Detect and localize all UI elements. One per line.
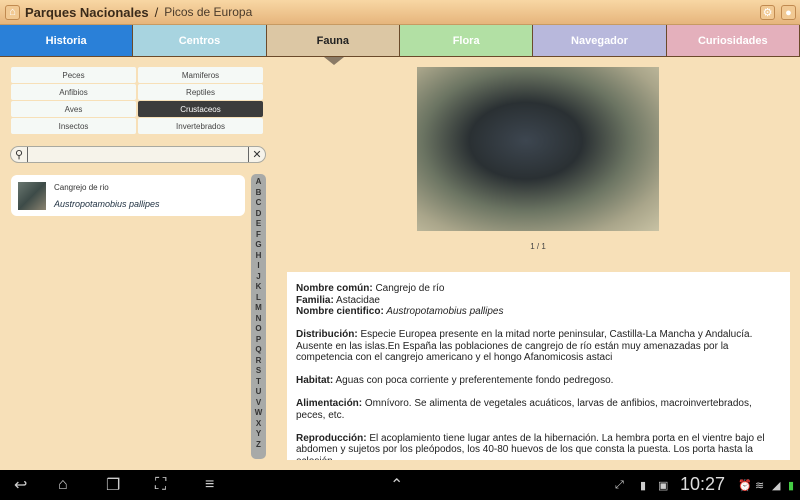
alphabet-letter-v[interactable]: V	[256, 398, 261, 409]
category-peces[interactable]: Peces	[11, 67, 136, 83]
tab-navegador[interactable]: Navegador	[533, 25, 667, 56]
alphabet-letter-a[interactable]: A	[256, 177, 262, 188]
species-photo[interactable]	[417, 67, 659, 231]
field-value: Astacidae	[333, 294, 380, 306]
back-icon[interactable]: ↩	[14, 475, 27, 495]
breadcrumb-current: Picos de Europa	[164, 5, 253, 19]
alphabet-letter-u[interactable]: U	[256, 387, 262, 398]
alphabet-letter-w[interactable]: W	[255, 408, 263, 419]
alphabet-letter-k[interactable]: K	[256, 282, 262, 293]
breadcrumb-separator: /	[154, 4, 159, 20]
field-label: Alimentación:	[296, 398, 363, 409]
description-paragraph: Nombre común: Cangrejo de río Familia: As…	[296, 283, 781, 318]
alphabet-letter-t[interactable]: T	[256, 377, 261, 388]
search-box: ⚲ ✕	[10, 146, 266, 163]
title-bar: ⌂ Parques Nacionales / Picos de Europa ⚙…	[0, 0, 800, 25]
gallery-icon: ▣	[658, 479, 669, 492]
tab-historia[interactable]: Historia	[0, 25, 134, 56]
tab-curiosidades[interactable]: Curiosidades	[666, 25, 800, 56]
field-label: Habitat:	[296, 375, 334, 386]
field-label: Reproducción:	[296, 432, 367, 444]
wifi-icon: ≋	[755, 479, 765, 492]
alphabet-letter-g[interactable]: G	[255, 240, 261, 251]
description-paragraph: Distribución: Especie Europea presente e…	[296, 329, 781, 364]
field-value: Omnívoro. Se alimenta de vegetales acuát…	[296, 398, 752, 421]
category-grid: Peces Mamiferos Anfibios Reptiles Aves Crusta…	[11, 67, 263, 134]
alphabet-letter-y[interactable]: Y	[256, 429, 261, 440]
alphabet-letter-l[interactable]: L	[256, 293, 261, 304]
category-anfibios[interactable]: Anfibios	[11, 84, 136, 100]
alphabet-letter-s[interactable]: S	[256, 366, 261, 377]
alphabet-letter-r[interactable]: R	[256, 356, 262, 367]
user-icon[interactable]: ●	[781, 5, 796, 20]
alphabet-letter-j[interactable]: J	[256, 272, 260, 283]
alphabet-letter-n[interactable]: N	[256, 314, 262, 325]
menu-icon[interactable]: ≡	[205, 476, 214, 494]
signal-icon: ◢	[772, 479, 781, 492]
active-tab-indicator	[324, 57, 344, 65]
field-label: Nombre cientifico:	[296, 306, 384, 317]
category-insectos[interactable]: Insectos	[11, 118, 136, 134]
species-description[interactable]: Nombre común: Cangrejo de río Familia: As…	[287, 272, 790, 460]
alphabet-index[interactable]: ABCDEFGHIJKLMNOPQRSTUVWXYZ	[251, 174, 266, 459]
clear-icon[interactable]: ✕	[249, 148, 265, 161]
recent-apps-icon[interactable]: ❐	[106, 475, 120, 495]
category-crustaceos[interactable]: Crustaceos	[138, 101, 263, 117]
alphabet-letter-c[interactable]: C	[256, 198, 262, 209]
tab-fauna[interactable]: Fauna	[266, 25, 400, 56]
alphabet-letter-p[interactable]: P	[256, 335, 261, 346]
photo-pager: 1 / 1	[530, 242, 546, 251]
list-item[interactable]: Cangrejo de rio Austropotamobius pallipe…	[11, 175, 245, 216]
tab-flora[interactable]: Flora	[399, 25, 534, 56]
alphabet-letter-b[interactable]: B	[256, 188, 262, 199]
description-paragraph: Alimentación: Omnívoro. Se alimenta de v…	[296, 398, 781, 421]
settings-icon[interactable]: ⚙	[760, 5, 775, 20]
alphabet-letter-z[interactable]: Z	[256, 440, 261, 451]
alphabet-letter-x[interactable]: X	[256, 419, 261, 430]
alphabet-letter-q[interactable]: Q	[255, 345, 261, 356]
category-mamiferos[interactable]: Mamiferos	[138, 67, 263, 83]
main-tabs: Historia Centros Fauna Flora Navegador Curios…	[0, 25, 800, 57]
alphabet-letter-e[interactable]: E	[256, 219, 261, 230]
search-icon: ⚲	[14, 149, 24, 161]
field-value: Cangrejo de río	[372, 283, 445, 294]
clock: 10:27	[680, 474, 726, 494]
alphabet-letter-f[interactable]: F	[256, 230, 261, 241]
search-input[interactable]	[27, 147, 249, 162]
field-value: Aguas con poca corriente y preferentemen…	[333, 375, 614, 386]
category-invertebrados[interactable]: Invertebrados	[138, 118, 263, 134]
alphabet-letter-m[interactable]: M	[255, 303, 262, 314]
chevron-up-icon[interactable]: ⌃	[390, 475, 403, 495]
species-scientific-name: Austropotamobius pallipes	[54, 198, 160, 209]
description-paragraph: Reproducción: El acoplamiento tiene luga…	[296, 433, 781, 461]
species-name: Cangrejo de rio	[54, 182, 109, 192]
home-icon[interactable]: ⌂	[5, 4, 20, 20]
alphabet-letter-o[interactable]: O	[255, 324, 261, 335]
alarm-icon: ⏰	[738, 479, 752, 492]
field-label: Distribución:	[296, 329, 358, 340]
app-title[interactable]: Parques Nacionales	[25, 5, 149, 20]
screenshot-icon[interactable]: ⛶	[155, 476, 166, 494]
field-value: Especie Europea presente en la mitad nor…	[296, 329, 753, 363]
field-label: Nombre común:	[296, 283, 373, 294]
species-thumbnail	[18, 181, 46, 210]
battery-icon: ▮	[788, 479, 795, 492]
expand-icon: ⤢	[615, 478, 624, 491]
alphabet-letter-i[interactable]: I	[257, 261, 259, 272]
tab-centros[interactable]: Centros	[133, 25, 267, 56]
category-aves[interactable]: Aves	[11, 101, 136, 117]
field-value: El acoplamiento tiene lugar antes de la …	[296, 432, 765, 461]
field-label: Familia:	[296, 294, 334, 306]
alphabet-letter-h[interactable]: H	[256, 251, 262, 262]
home-nav-icon[interactable]: ⌂	[58, 476, 68, 494]
sd-card-icon: ▮	[640, 479, 647, 492]
alphabet-letter-d[interactable]: D	[256, 209, 262, 220]
category-reptiles[interactable]: Reptiles	[138, 84, 263, 100]
field-value: Austropotamobius pallipes	[383, 306, 504, 317]
description-paragraph: Habitat: Aguas con poca corriente y pref…	[296, 375, 781, 387]
